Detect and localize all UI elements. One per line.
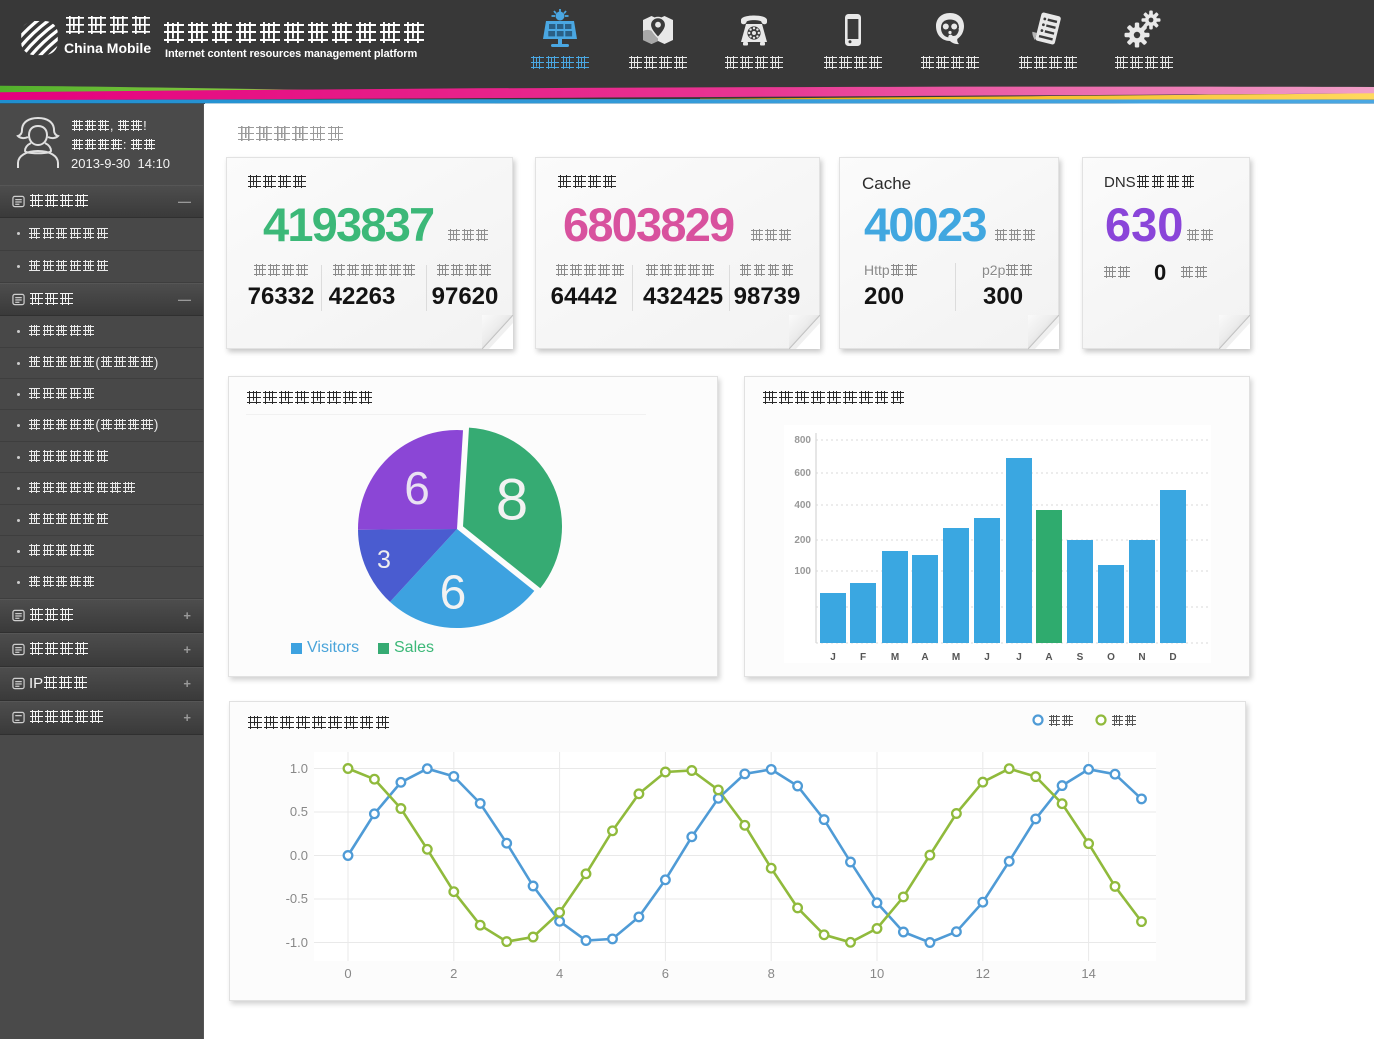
svg-text:A: A	[921, 652, 928, 663]
svg-text:4: 4	[556, 966, 563, 981]
svg-text:0: 0	[344, 966, 351, 981]
svg-text:800: 800	[794, 435, 811, 446]
svg-text:0.0: 0.0	[290, 848, 308, 863]
svg-text:2: 2	[450, 966, 457, 981]
svg-text:F: F	[860, 652, 866, 663]
svg-text:O: O	[1107, 652, 1115, 663]
svg-text:400: 400	[794, 500, 811, 511]
svg-text:J: J	[984, 652, 990, 663]
svg-text:6: 6	[440, 567, 467, 620]
svg-text:S: S	[1077, 652, 1084, 663]
svg-text:6: 6	[404, 462, 430, 514]
svg-text:D: D	[1169, 652, 1176, 663]
svg-text:J: J	[830, 652, 836, 663]
svg-text:A: A	[1045, 652, 1052, 663]
svg-text:100: 100	[794, 566, 811, 577]
svg-text:8: 8	[768, 966, 775, 981]
svg-text:6: 6	[662, 966, 669, 981]
svg-text:M: M	[952, 652, 960, 663]
svg-text:M: M	[891, 652, 899, 663]
svg-text:200: 200	[794, 535, 811, 546]
svg-text:-1.0: -1.0	[286, 935, 308, 950]
svg-text:N: N	[1138, 652, 1145, 663]
svg-text:0.5: 0.5	[290, 804, 308, 819]
svg-text:1.0: 1.0	[290, 761, 308, 776]
svg-text:12: 12	[976, 966, 990, 981]
svg-text:3: 3	[377, 546, 391, 574]
svg-text:8: 8	[496, 468, 528, 533]
svg-text:-0.5: -0.5	[286, 891, 308, 906]
svg-text:J: J	[1016, 652, 1022, 663]
svg-text:14: 14	[1081, 966, 1095, 981]
svg-text:600: 600	[794, 468, 811, 479]
svg-text:10: 10	[870, 966, 884, 981]
